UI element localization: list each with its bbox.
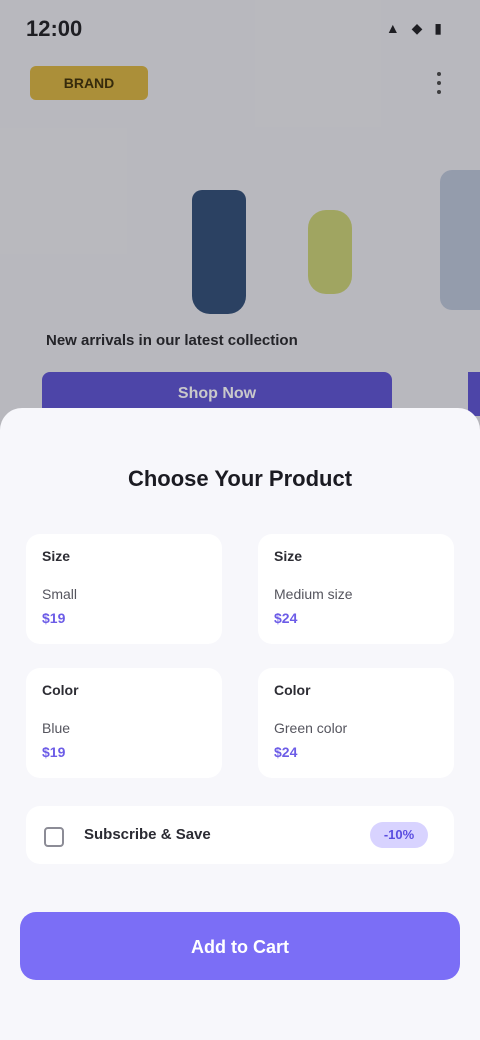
option-price: $19 — [42, 744, 66, 760]
add-to-cart-button[interactable]: Add to Cart — [20, 912, 460, 980]
option-value: Medium size — [274, 586, 353, 602]
bottom-sheet: Choose Your Product Size Small $19 Size … — [0, 408, 480, 1040]
subscribe-checkbox[interactable] — [44, 827, 64, 847]
subscribe-row[interactable]: Subscribe & Save -10% — [26, 806, 454, 864]
option-label: Size — [42, 548, 71, 564]
subscribe-label: Subscribe & Save — [84, 826, 211, 843]
option-card[interactable]: Color Green color $24 — [258, 668, 454, 778]
sheet-title: Choose Your Product — [127, 466, 353, 491]
option-value: Blue — [42, 720, 71, 736]
option-label: Size — [274, 548, 303, 564]
option-value: Small — [42, 586, 78, 602]
option-price: $24 — [274, 610, 298, 626]
option-card[interactable]: Color Blue $19 — [26, 668, 222, 778]
option-label: Color — [42, 682, 79, 698]
app-screen: 12:00 ▲ ◆ ▮ BRAND New arrivals in our la… — [0, 0, 480, 1040]
option-card[interactable]: Size Small $19 — [26, 534, 222, 644]
option-label: Color — [274, 682, 311, 698]
option-price: $24 — [274, 744, 298, 760]
option-card[interactable]: Size Medium size $24 — [258, 534, 454, 644]
option-price: $19 — [42, 610, 66, 626]
discount-badge: -10% — [370, 822, 428, 848]
option-value: Green color — [274, 720, 348, 736]
